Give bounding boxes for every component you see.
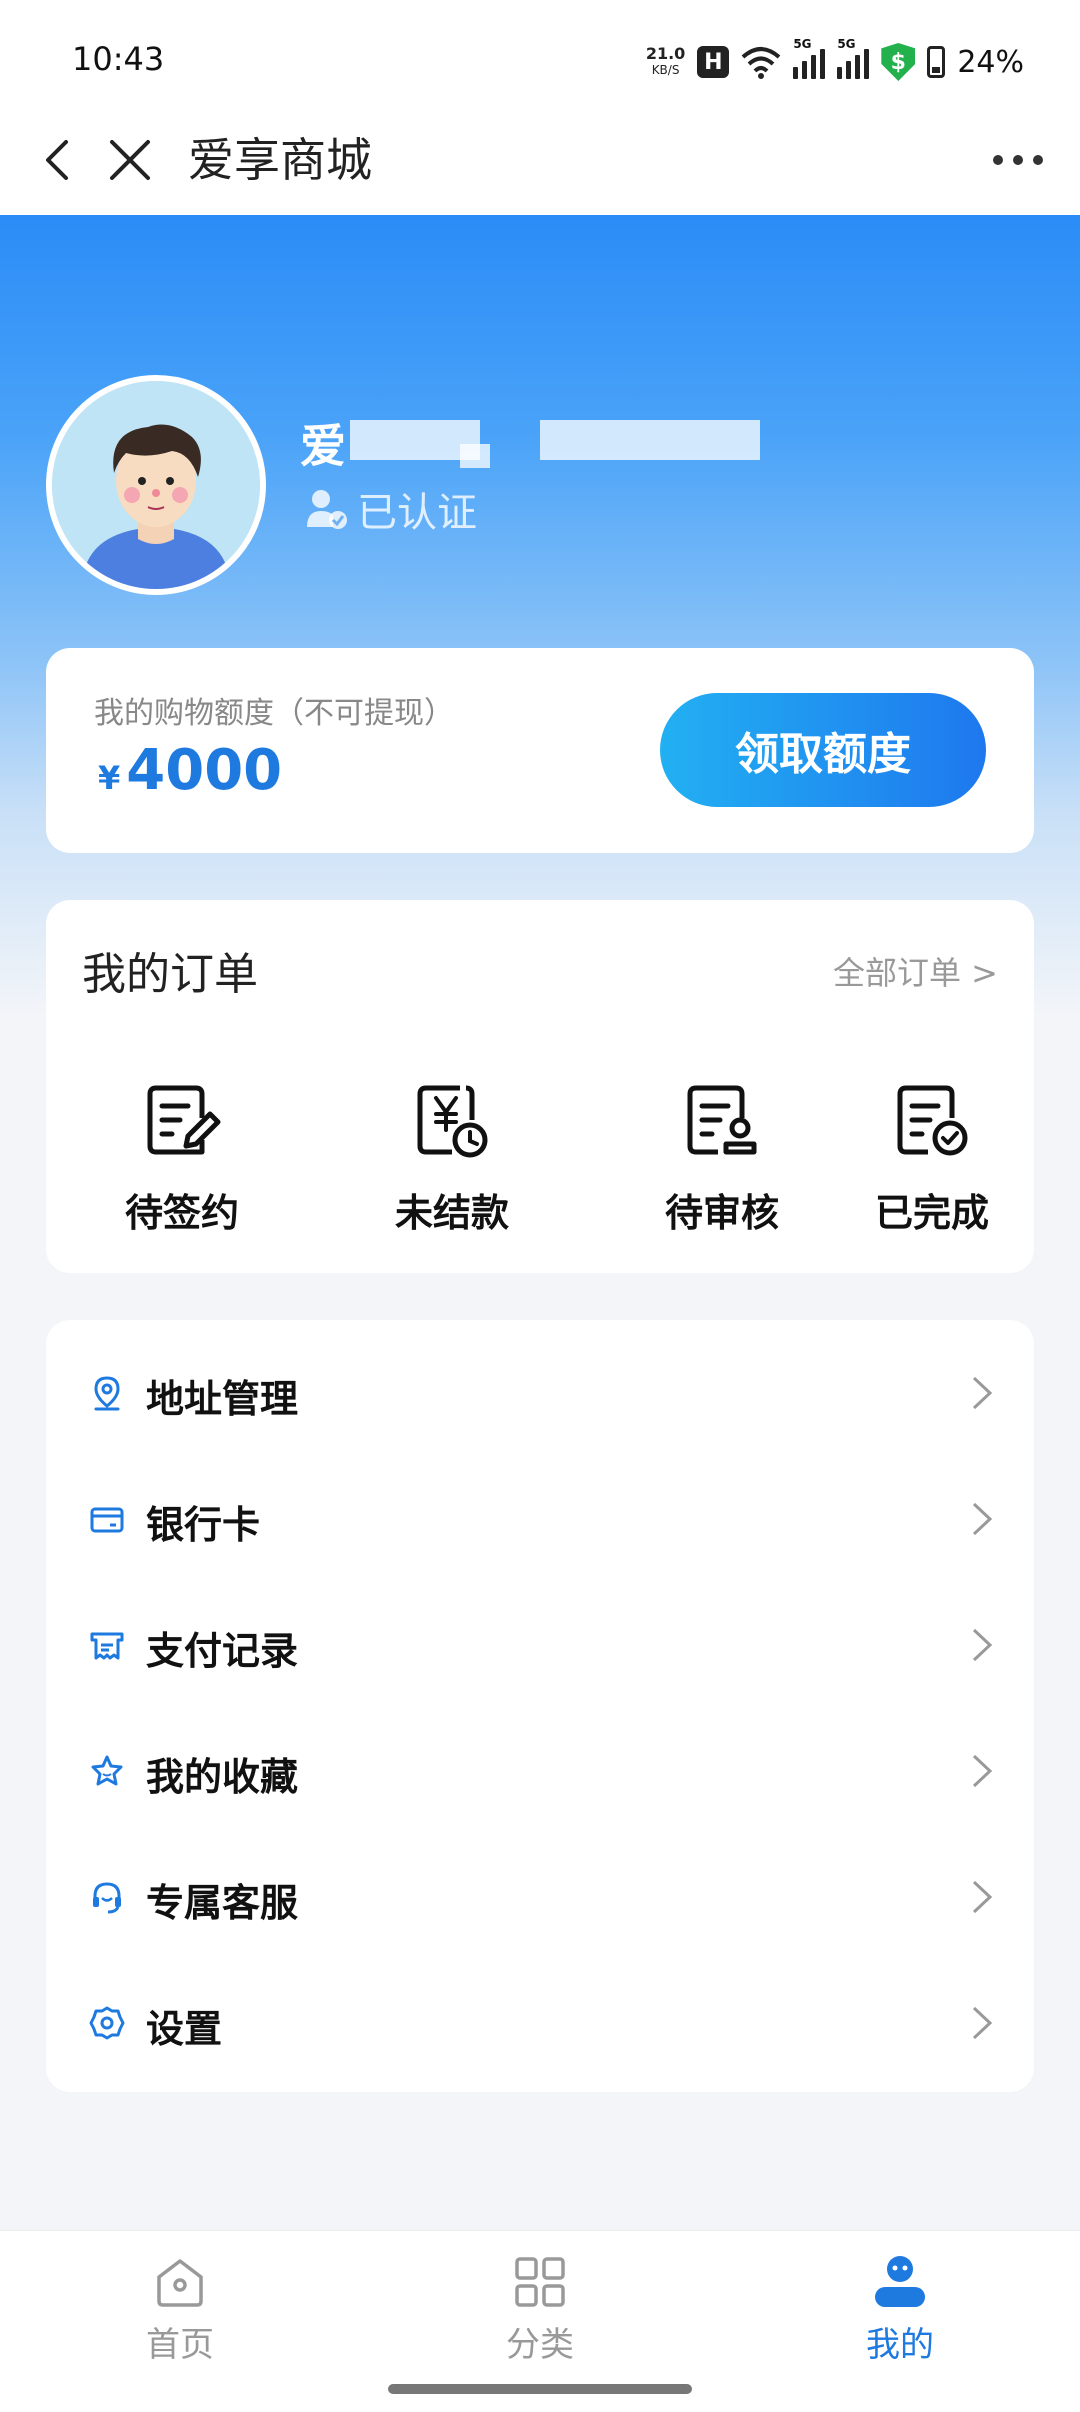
- chevron-right-icon: [972, 1628, 993, 1662]
- more-icon[interactable]: [986, 130, 1050, 190]
- menu-item-payment-records[interactable]: 支付记录: [46, 1582, 1034, 1708]
- tab-label: 首页: [146, 2325, 214, 2365]
- menu-item-settings[interactable]: 设置: [46, 1960, 1034, 2086]
- tab-label: 分类: [506, 2325, 574, 2365]
- menu-item-favorites[interactable]: 我的收藏: [46, 1708, 1034, 1834]
- battery-icon: [927, 46, 946, 78]
- quota-amount: ¥4000: [98, 738, 282, 803]
- tab-label: 我的: [866, 2325, 934, 2365]
- avatar-illustration-icon: [52, 381, 260, 589]
- star-icon: [91, 1755, 123, 1786]
- tab-home[interactable]: 首页: [80, 2253, 280, 2366]
- grid-icon: [515, 2257, 565, 2307]
- tab-categories[interactable]: 分类: [440, 2253, 640, 2366]
- menu-item-label: 专属客服: [146, 1881, 299, 1925]
- settings-menu-card: 地址管理 银行卡 支付记录 我的收藏 专属客服 设置: [46, 1320, 1034, 2092]
- headset-icon: [93, 1882, 121, 1914]
- chevron-right-icon: [972, 1376, 993, 1410]
- verified-status: 已认证: [305, 480, 477, 538]
- user-name: 爱: [300, 410, 760, 473]
- menu-item-customer-service[interactable]: 专属客服: [46, 1834, 1034, 1960]
- status-time: 10:43: [72, 40, 165, 78]
- avatar[interactable]: [46, 375, 266, 595]
- page-title: 爱享商城: [188, 133, 372, 187]
- order-status-unsettled[interactable]: 未结款: [352, 1080, 552, 1250]
- receipt-icon: [90, 1632, 124, 1660]
- menu-item-label: 我的收藏: [146, 1755, 299, 1799]
- order-status-label: 待签约: [124, 1191, 239, 1235]
- user-name-visible-char: 爱: [300, 419, 346, 473]
- doc-stamp-icon: [687, 1085, 757, 1155]
- menu-item-label: 地址管理: [146, 1377, 299, 1421]
- quota-value: 4000: [126, 738, 283, 803]
- battery-percent: 24%: [957, 44, 1024, 80]
- network-speed-value: 21.0: [645, 44, 686, 63]
- doc-yen-clock-icon: [417, 1085, 488, 1158]
- my-orders-card: 我的订单 全部订单 > 待签约 未结款 待审核 已完成: [46, 900, 1034, 1273]
- tab-mine[interactable]: 我的: [800, 2253, 1000, 2366]
- order-status-completed[interactable]: 已完成: [862, 1080, 1002, 1250]
- home-icon: [157, 2259, 203, 2307]
- order-status-pending-sign[interactable]: 待签约: [82, 1080, 282, 1250]
- status-icons: 21.0 KB/S H 5G 5G $ 24%: [646, 37, 1024, 84]
- redacted-name-block-3: [540, 420, 760, 460]
- order-status-label: 未结款: [394, 1191, 509, 1235]
- signal-5g-icon-2: 5G: [837, 37, 870, 79]
- profile-icon: [875, 2256, 925, 2307]
- order-status-label: 已完成: [874, 1191, 989, 1235]
- doc-check-icon: [897, 1085, 968, 1156]
- order-status-label: 待审核: [664, 1191, 779, 1235]
- close-icon[interactable]: [100, 130, 160, 190]
- network-speed: 21.0 KB/S: [646, 46, 685, 78]
- status-bar: 10:43 21.0 KB/S H 5G 5G $ 24%: [0, 0, 1080, 120]
- quota-label: 我的购物额度（不可提现）: [94, 696, 454, 731]
- nav-bar: 爱享商城: [0, 120, 1080, 215]
- menu-item-bank-card[interactable]: 银行卡: [46, 1456, 1034, 1582]
- signal-tag-1: 5G: [793, 37, 812, 51]
- chevron-right-icon: [972, 1880, 993, 1914]
- hd-badge-icon: H: [697, 46, 730, 78]
- order-status-under-review[interactable]: 待审核: [622, 1080, 822, 1250]
- location-icon: [94, 1376, 120, 1411]
- menu-item-label: 支付记录: [146, 1629, 299, 1673]
- chevron-right-icon: [972, 1502, 993, 1536]
- claim-quota-button[interactable]: 领取额度: [660, 693, 986, 807]
- signal-5g-icon-1: 5G: [793, 37, 826, 79]
- home-indicator[interactable]: [388, 2384, 692, 2394]
- chevron-right-icon: [972, 2006, 993, 2040]
- menu-item-label: 银行卡: [146, 1503, 261, 1547]
- currency-symbol: ¥: [98, 759, 121, 797]
- security-shield-icon: $: [881, 43, 916, 81]
- shopping-quota-card: 我的购物额度（不可提现） ¥4000 领取额度: [46, 648, 1034, 853]
- doc-edit-icon: [147, 1085, 221, 1155]
- verified-label: 已认证: [357, 490, 477, 536]
- verified-user-icon: [307, 490, 347, 529]
- menu-item-label: 设置: [146, 2007, 223, 2051]
- menu-item-address[interactable]: 地址管理: [46, 1330, 1034, 1456]
- signal-tag-2: 5G: [837, 37, 856, 51]
- orders-title: 我的订单: [82, 949, 258, 1000]
- wifi-icon: [741, 47, 781, 79]
- redacted-name-block-2: [460, 444, 490, 468]
- gear-icon: [89, 2006, 125, 2040]
- all-orders-link[interactable]: 全部订单 >: [833, 948, 998, 994]
- chevron-right-icon: [972, 1754, 993, 1788]
- card-icon: [90, 1507, 124, 1533]
- network-speed-unit: KB/S: [651, 63, 680, 77]
- back-icon[interactable]: [30, 130, 90, 190]
